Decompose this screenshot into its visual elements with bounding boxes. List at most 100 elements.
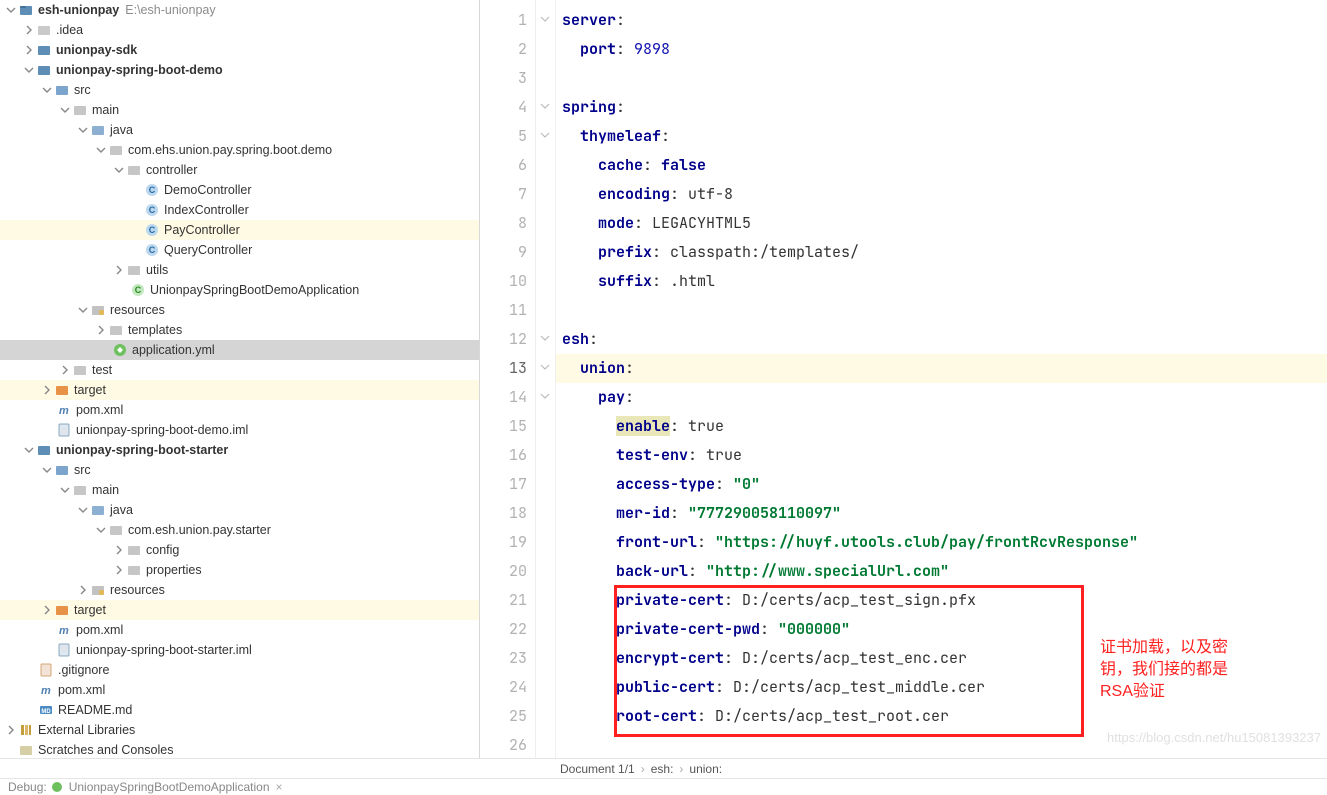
close-icon[interactable]: × <box>276 780 283 794</box>
code-line[interactable]: thymeleaf: <box>556 122 1327 151</box>
chevron-right-icon[interactable] <box>40 383 54 397</box>
tree-item[interactable]: target <box>0 380 479 400</box>
tree-item[interactable]: External Libraries <box>0 720 479 740</box>
chevron-down-icon[interactable] <box>94 143 108 157</box>
tree-item[interactable]: src <box>0 80 479 100</box>
code-line[interactable] <box>556 64 1327 93</box>
code-line[interactable]: encoding: utf-8 <box>556 180 1327 209</box>
chevron-down-icon[interactable] <box>76 123 90 137</box>
chevron-down-icon[interactable] <box>40 83 54 97</box>
breadcrumb[interactable]: Document 1/1 › esh: › union: <box>0 758 1327 778</box>
chevron-down-icon[interactable] <box>76 303 90 317</box>
tree-item[interactable]: .gitignore <box>0 660 479 680</box>
tree-item[interactable]: .idea <box>0 20 479 40</box>
code-line[interactable]: esh: <box>556 325 1327 354</box>
tree-item[interactable]: src <box>0 460 479 480</box>
tree-item[interactable]: m pom.xml <box>0 400 479 420</box>
chevron-down-icon[interactable] <box>58 483 72 497</box>
chevron-right-icon[interactable] <box>58 363 72 377</box>
tree-item[interactable]: m pom.xml <box>0 620 479 640</box>
tree-label: UnionpaySpringBootDemoApplication <box>150 283 359 297</box>
code-line[interactable]: prefix: classpath:/templates/ <box>556 238 1327 267</box>
code-line[interactable]: spring: <box>556 93 1327 122</box>
editor[interactable]: 1234567891011121314151617181920212223242… <box>480 0 1327 758</box>
chevron-right-icon[interactable] <box>112 263 126 277</box>
tree-item[interactable]: com.esh.union.pay.starter <box>0 520 479 540</box>
package-icon <box>126 542 142 558</box>
code-line[interactable]: access-type: "0" <box>556 470 1327 499</box>
tree-item[interactable]: utils <box>0 260 479 280</box>
tree-item[interactable]: unionpay-sdk <box>0 40 479 60</box>
chevron-right-icon[interactable] <box>94 323 108 337</box>
chevron-right-icon[interactable] <box>40 603 54 617</box>
chevron-right-icon[interactable] <box>22 43 36 57</box>
class-icon: C <box>144 242 160 258</box>
tree-item[interactable]: C QueryController <box>0 240 479 260</box>
tree-item[interactable]: unionpay-spring-boot-demo <box>0 60 479 80</box>
code-line[interactable]: server: <box>556 6 1327 35</box>
tree-item[interactable]: config <box>0 540 479 560</box>
tree-item[interactable]: C PayController <box>0 220 479 240</box>
chevron-right-icon[interactable] <box>112 563 126 577</box>
chevron-down-icon[interactable] <box>22 443 36 457</box>
chevron-down-icon[interactable] <box>76 503 90 517</box>
code-line[interactable]: front-url: "https://huyf.utools.club/pay… <box>556 528 1327 557</box>
tree-item[interactable]: properties <box>0 560 479 580</box>
tree-item[interactable]: m pom.xml <box>0 680 479 700</box>
tree-item[interactable]: C UnionpaySpringBootDemoApplication <box>0 280 479 300</box>
chevron-down-icon[interactable] <box>58 103 72 117</box>
breadcrumb-item[interactable]: esh: <box>651 762 674 776</box>
source-folder-icon <box>90 502 106 518</box>
chevron-down-icon[interactable] <box>40 463 54 477</box>
chevron-right-icon[interactable] <box>4 723 18 737</box>
code-area[interactable]: server: port: 9898 spring: thymeleaf: cac… <box>556 0 1327 758</box>
breadcrumb-item[interactable]: union: <box>689 762 722 776</box>
tree-item[interactable]: C IndexController <box>0 200 479 220</box>
chevron-down-icon[interactable] <box>4 3 18 17</box>
code-line[interactable]: union: <box>556 354 1327 383</box>
tree-item[interactable]: unionpay-spring-boot-starter.iml <box>0 640 479 660</box>
tree-item[interactable]: main <box>0 480 479 500</box>
chevron-down-icon[interactable] <box>22 63 36 77</box>
tree-item[interactable]: unionpay-spring-boot-starter <box>0 440 479 460</box>
tree-item[interactable]: main <box>0 100 479 120</box>
tree-item[interactable]: Scratches and Consoles <box>0 740 479 758</box>
code-line[interactable]: enable: true <box>556 412 1327 441</box>
tree-item[interactable]: resources <box>0 300 479 320</box>
code-line[interactable]: mer-id: "777290058110097" <box>556 499 1327 528</box>
chevron-down-icon[interactable] <box>112 163 126 177</box>
svg-text:C: C <box>149 245 156 255</box>
code-line[interactable] <box>556 296 1327 325</box>
fold-gutter[interactable] <box>536 0 556 758</box>
code-line[interactable]: suffix: .html <box>556 267 1327 296</box>
tree-item-selected[interactable]: application.yml <box>0 340 479 360</box>
tree-item[interactable]: MD README.md <box>0 700 479 720</box>
code-line[interactable]: mode: LEGACYHTML5 <box>556 209 1327 238</box>
tree-item[interactable]: target <box>0 600 479 620</box>
tree-item[interactable]: java <box>0 500 479 520</box>
tree-item[interactable]: controller <box>0 160 479 180</box>
tree-item[interactable]: java <box>0 120 479 140</box>
svg-text:MD: MD <box>41 709 51 715</box>
chevron-right-icon[interactable] <box>22 23 36 37</box>
tree-item[interactable]: templates <box>0 320 479 340</box>
code-line[interactable]: back-url: "http://www.specialUrl.com" <box>556 557 1327 586</box>
code-line[interactable]: cache: false <box>556 151 1327 180</box>
project-tree[interactable]: esh-unionpay E:\esh-unionpay .idea union… <box>0 0 480 758</box>
tree-label: target <box>74 383 106 397</box>
tree-item[interactable]: unionpay-spring-boot-demo.iml <box>0 420 479 440</box>
code-line[interactable]: port: 9898 <box>556 35 1327 64</box>
debug-toolbar[interactable]: Debug: UnionpaySpringBootDemoApplication… <box>0 778 1327 795</box>
tree-item[interactable]: com.ehs.union.pay.spring.boot.demo <box>0 140 479 160</box>
chevron-right-icon[interactable] <box>76 583 90 597</box>
chevron-right-icon[interactable] <box>112 543 126 557</box>
tree-root[interactable]: esh-unionpay E:\esh-unionpay <box>0 0 479 20</box>
code-line[interactable]: test-env: true <box>556 441 1327 470</box>
code-line[interactable]: pay: <box>556 383 1327 412</box>
run-config-name[interactable]: UnionpaySpringBootDemoApplication <box>69 780 270 794</box>
tree-label: java <box>110 123 133 137</box>
tree-item[interactable]: C DemoController <box>0 180 479 200</box>
chevron-down-icon[interactable] <box>94 523 108 537</box>
tree-item[interactable]: test <box>0 360 479 380</box>
tree-item[interactable]: resources <box>0 580 479 600</box>
